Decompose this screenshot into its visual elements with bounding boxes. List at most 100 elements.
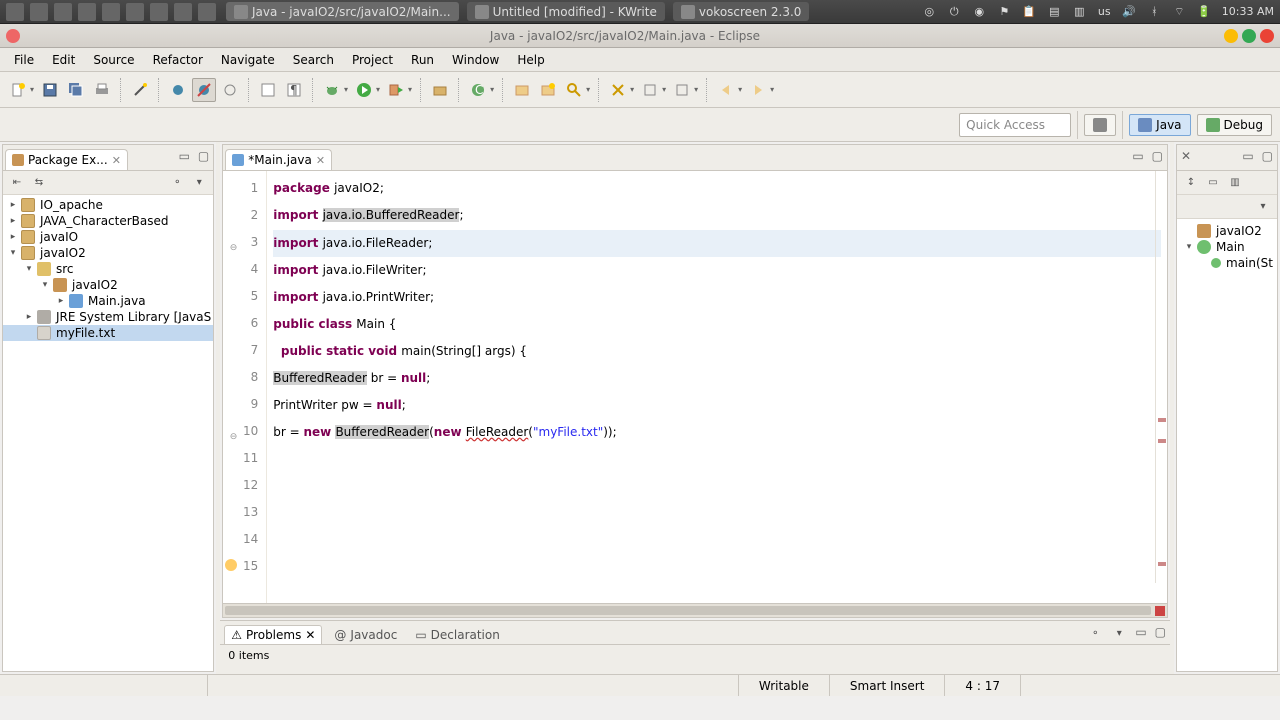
- keyboard-layout[interactable]: us: [1097, 4, 1112, 19]
- expand-icon[interactable]: ▸: [55, 296, 67, 306]
- tab-declaration[interactable]: ▭ Declaration: [409, 626, 506, 644]
- tree-node[interactable]: ▾src: [3, 261, 213, 277]
- close-icon[interactable]: ✕: [316, 154, 325, 167]
- package-explorer-tree[interactable]: ▸IO_apache▸JAVA_CharacterBased▸javaIO▾ja…: [3, 195, 213, 671]
- launcher-icon[interactable]: [150, 3, 168, 21]
- expand-icon[interactable]: ▾: [39, 280, 51, 290]
- link-editor-icon[interactable]: ⇆: [31, 175, 47, 191]
- tree-node[interactable]: ▸JRE System Library [JavaS: [3, 309, 213, 325]
- open-perspective-button[interactable]: [1084, 114, 1116, 136]
- menu-window[interactable]: Window: [444, 51, 507, 69]
- launcher-icon[interactable]: [198, 3, 216, 21]
- taskbar-item-eclipse[interactable]: Java - javaIO2/src/javaIO2/Main...: [226, 2, 459, 21]
- view-menu-icon[interactable]: ▾: [1111, 625, 1127, 641]
- tool-button[interactable]: ¶: [282, 78, 306, 102]
- close-button[interactable]: [1260, 29, 1274, 43]
- forward-button[interactable]: [746, 78, 770, 102]
- minimize-button[interactable]: [1224, 29, 1238, 43]
- search-button[interactable]: [562, 78, 586, 102]
- back-button[interactable]: [714, 78, 738, 102]
- bluetooth-icon[interactable]: ᚼ: [1147, 4, 1162, 19]
- tree-node[interactable]: ▸javaIO: [3, 229, 213, 245]
- dropdown-arrow-icon[interactable]: ▾: [662, 85, 666, 94]
- code-editor[interactable]: 123⊖45678910⊖1112131415 package javaIO2;…: [223, 171, 1167, 603]
- wifi-icon[interactable]: ⌔: [1172, 4, 1187, 19]
- expand-icon[interactable]: ▸: [7, 216, 19, 226]
- view-menu-icon[interactable]: ▾: [191, 175, 207, 191]
- launcher-icon[interactable]: [174, 3, 192, 21]
- clock[interactable]: 10:33 AM: [1222, 5, 1274, 18]
- menu-run[interactable]: Run: [403, 51, 442, 69]
- menu-edit[interactable]: Edit: [44, 51, 83, 69]
- close-icon[interactable]: ✕: [112, 154, 121, 167]
- expand-icon[interactable]: ▸: [7, 200, 19, 210]
- tree-node[interactable]: ▸IO_apache: [3, 197, 213, 213]
- tray-icon[interactable]: ◎: [922, 4, 937, 19]
- save-all-button[interactable]: [64, 78, 88, 102]
- quick-access-input[interactable]: Quick Access: [959, 113, 1071, 137]
- perspective-java[interactable]: Java: [1129, 114, 1190, 136]
- volume-icon[interactable]: 🔊: [1122, 4, 1137, 19]
- wand-button[interactable]: [128, 78, 152, 102]
- horizontal-scrollbar[interactable]: [223, 603, 1167, 617]
- dropdown-arrow-icon[interactable]: ▾: [630, 85, 634, 94]
- minimize-view-icon[interactable]: ▭: [179, 149, 190, 163]
- tree-node[interactable]: myFile.txt: [3, 325, 213, 341]
- dropdown-arrow-icon[interactable]: ▾: [408, 85, 412, 94]
- menu-refactor[interactable]: Refactor: [145, 51, 211, 69]
- dropdown-arrow-icon[interactable]: ▾: [30, 85, 34, 94]
- tray-icon[interactable]: ⚑: [997, 4, 1012, 19]
- chrome-icon[interactable]: ◉: [972, 4, 987, 19]
- tray-icon[interactable]: 📋: [1022, 4, 1037, 19]
- outline-node[interactable]: main(St: [1181, 255, 1273, 271]
- menu-search[interactable]: Search: [285, 51, 342, 69]
- new-class-button[interactable]: C: [466, 78, 490, 102]
- menu-help[interactable]: Help: [509, 51, 552, 69]
- menu-navigate[interactable]: Navigate: [213, 51, 283, 69]
- tool-button[interactable]: [536, 78, 560, 102]
- menu-file[interactable]: File: [6, 51, 42, 69]
- tree-node[interactable]: ▾javaIO2: [3, 277, 213, 293]
- tool-button[interactable]: [606, 78, 630, 102]
- view-menu-icon[interactable]: ▾: [1255, 199, 1271, 215]
- dropdown-arrow-icon[interactable]: ▾: [770, 85, 774, 94]
- maximize-view-icon[interactable]: ▢: [1152, 149, 1163, 163]
- new-package-button[interactable]: [428, 78, 452, 102]
- taskbar-item-vokoscreen[interactable]: vokoscreen 2.3.0: [673, 2, 810, 21]
- taskbar-item-kwrite[interactable]: Untitled [modified] - KWrite: [467, 2, 665, 21]
- editor-tab-main-java[interactable]: *Main.java ✕: [225, 149, 332, 170]
- maximize-view-icon[interactable]: ▢: [1262, 149, 1273, 163]
- expand-icon[interactable]: ▸: [23, 312, 35, 322]
- outline-node[interactable]: ▾Main: [1181, 239, 1273, 255]
- dropdown-arrow-icon[interactable]: ▾: [586, 85, 590, 94]
- dropdown-arrow-icon[interactable]: ▾: [490, 85, 494, 94]
- collapse-all-icon[interactable]: ⇤: [9, 175, 25, 191]
- tree-node[interactable]: ▾javaIO2: [3, 245, 213, 261]
- expand-icon[interactable]: ▾: [7, 248, 19, 258]
- maximize-button[interactable]: [1242, 29, 1256, 43]
- overview-ruler[interactable]: [1155, 171, 1167, 583]
- menu-project[interactable]: Project: [344, 51, 401, 69]
- dropdown-arrow-icon[interactable]: ▾: [376, 85, 380, 94]
- filter-icon[interactable]: ⚬: [169, 175, 185, 191]
- print-button[interactable]: [90, 78, 114, 102]
- tray-icon[interactable]: ▤: [1047, 4, 1062, 19]
- expand-icon[interactable]: ▾: [1183, 242, 1195, 252]
- new-button[interactable]: [6, 78, 30, 102]
- dropdown-arrow-icon[interactable]: ▾: [738, 85, 742, 94]
- skip-breakpoints-button[interactable]: [192, 78, 216, 102]
- outline-tree[interactable]: javaIO2▾Mainmain(St: [1177, 219, 1277, 671]
- tree-node[interactable]: ▸Main.java: [3, 293, 213, 309]
- perspective-debug[interactable]: Debug: [1197, 114, 1272, 136]
- tab-javadoc[interactable]: @ Javadoc: [328, 626, 403, 644]
- tray-icon[interactable]: ▥: [1072, 4, 1087, 19]
- outline-node[interactable]: javaIO2: [1181, 223, 1273, 239]
- menu-source[interactable]: Source: [85, 51, 142, 69]
- tree-node[interactable]: ▸JAVA_CharacterBased: [3, 213, 213, 229]
- expand-icon[interactable]: ▾: [23, 264, 35, 274]
- minimize-view-icon[interactable]: ▭: [1135, 625, 1146, 641]
- launcher-icon[interactable]: [102, 3, 120, 21]
- debug-breakpoint-button[interactable]: [166, 78, 190, 102]
- launcher-icon[interactable]: [78, 3, 96, 21]
- package-explorer-tab[interactable]: Package Ex... ✕: [5, 149, 128, 170]
